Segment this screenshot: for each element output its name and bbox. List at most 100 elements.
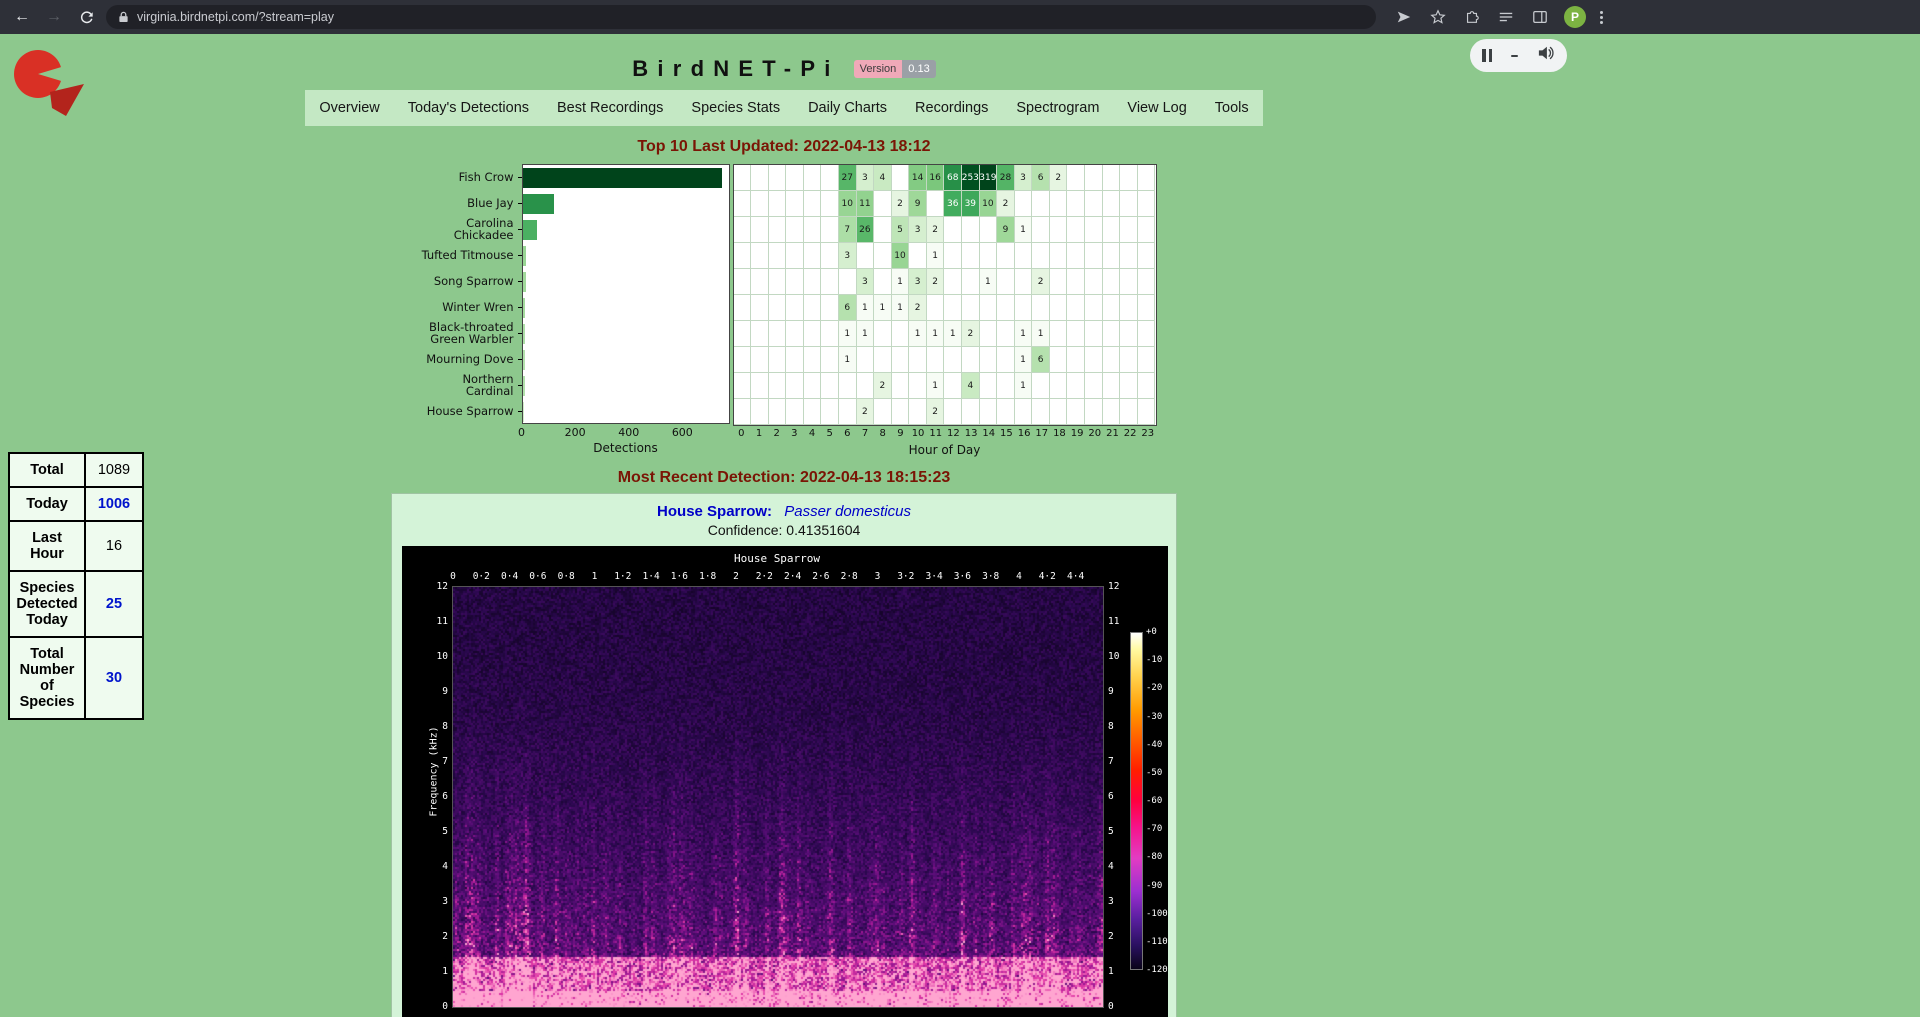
heatmap-cell: 7 (839, 217, 857, 243)
heatmap-cell (821, 217, 839, 243)
heatmap-cell: 10 (839, 191, 857, 217)
stats-row: Total1089 (9, 453, 143, 487)
profile-avatar[interactable]: P (1564, 6, 1586, 28)
heatmap-cell: 2 (857, 399, 875, 425)
pause-button[interactable] (1482, 49, 1492, 62)
heatmap-cell (944, 269, 962, 295)
heatmap-cell: 1 (927, 321, 945, 347)
nav-item-best-recordings[interactable]: Best Recordings (543, 100, 677, 116)
heatmap-cell (962, 269, 980, 295)
heatmap-x-tick: 5 (821, 426, 839, 441)
nav-item-view-log[interactable]: View Log (1113, 100, 1200, 116)
heatmap-cell: 1 (944, 321, 962, 347)
heatmap-cell (734, 321, 752, 347)
heatmap-cell: 1 (874, 295, 892, 321)
nav-item-daily-charts[interactable]: Daily Charts (794, 100, 901, 116)
heatmap-cell: 9 (997, 217, 1015, 243)
heatmap-cell (1120, 347, 1138, 373)
species-label: Tufted Titmouse (412, 242, 522, 268)
heatmap-cell (1085, 399, 1103, 425)
heatmap-cell (1015, 243, 1033, 269)
detection-scientific-name[interactable]: Passer domesticus (784, 503, 911, 520)
heatmap-cell (786, 165, 804, 191)
heatmap-cell (944, 373, 962, 399)
detection-species-link[interactable]: House Sparrow: (657, 503, 772, 520)
heatmap-cell: 1 (909, 321, 927, 347)
heatmap-cell (1120, 191, 1138, 217)
bookmark-star-icon[interactable] (1428, 7, 1448, 27)
heatmap-cell (874, 269, 892, 295)
heatmap-cell: 1 (1015, 217, 1033, 243)
back-icon[interactable]: ← (10, 5, 34, 29)
spectrogram-y-axis-label: Frequency (kHz) (429, 726, 440, 816)
spectrogram-freq-tick: 6 (418, 791, 448, 802)
share-icon[interactable] (1394, 7, 1414, 27)
stats-value[interactable]: 30 (85, 637, 143, 719)
heatmap-cell (892, 321, 910, 347)
heatmap-cell (927, 191, 945, 217)
heatmap-cell: 2 (997, 191, 1015, 217)
heatmap-cell (1103, 373, 1121, 399)
heatmap-cell (734, 165, 752, 191)
stats-row: Total Number of Species30 (9, 637, 143, 719)
nav-item-recordings[interactable]: Recordings (901, 100, 1002, 116)
heatmap-cell (734, 217, 752, 243)
stats-value[interactable]: 25 (85, 571, 143, 637)
heatmap-cell (751, 217, 769, 243)
heatmap-cell (804, 165, 822, 191)
heatmap-cell (1085, 269, 1103, 295)
detection-count-bar (523, 168, 722, 188)
reading-list-icon[interactable] (1496, 7, 1516, 27)
heatmap-cell (892, 373, 910, 399)
nav-item-today-s-detections[interactable]: Today's Detections (394, 100, 543, 116)
forward-icon[interactable]: → (42, 5, 66, 29)
heatmap-cell (1138, 295, 1156, 321)
stats-value[interactable]: 1006 (85, 487, 143, 521)
heatmap-cell: 3 (857, 269, 875, 295)
nav-item-overview[interactable]: Overview (305, 100, 393, 116)
heatmap-cell (1067, 243, 1085, 269)
extensions-puzzle-icon[interactable] (1462, 7, 1482, 27)
recent-detection-panel: House Sparrow: Passer domesticus Confide… (391, 493, 1177, 1017)
heatmap-cell (734, 373, 752, 399)
heatmap-cell (786, 321, 804, 347)
heatmap-cell: 26 (857, 217, 875, 243)
heatmap-cell (734, 295, 752, 321)
heatmap-cell (874, 217, 892, 243)
spectrogram-colorbar (1130, 632, 1143, 970)
bar-x-tick: 600 (672, 426, 693, 439)
heatmap-cell (1050, 347, 1068, 373)
heatmap-cell: 4 (962, 373, 980, 399)
spectrogram-plot (452, 586, 1104, 1008)
heatmap-cell (769, 243, 787, 269)
heatmap-cell (1085, 191, 1103, 217)
heatmap-cell: 2 (927, 217, 945, 243)
heatmap-cell (1138, 217, 1156, 243)
stats-label: Total (9, 453, 85, 487)
heatmap-cell (962, 217, 980, 243)
browser-menu-icon[interactable] (1600, 11, 1603, 24)
side-panel-icon[interactable] (1530, 7, 1550, 27)
lock-icon (118, 11, 129, 23)
reload-icon[interactable] (74, 5, 98, 29)
spectrogram-time-tick: 4·4 (1067, 571, 1084, 582)
heatmap-cell (909, 373, 927, 399)
heatmap-cell (997, 295, 1015, 321)
spectrogram-db-tick: -20 (1146, 683, 1170, 693)
heatmap-cell (1050, 295, 1068, 321)
spectrogram-db-tick: -80 (1146, 852, 1170, 862)
nav-item-tools[interactable]: Tools (1201, 100, 1263, 116)
heatmap-cell (769, 399, 787, 425)
nav-item-species-stats[interactable]: Species Stats (677, 100, 794, 116)
spectrogram-freq-tick: 12 (1108, 581, 1138, 592)
heatmap-x-tick: 20 (1086, 426, 1104, 441)
heatmap-cell (804, 373, 822, 399)
heatmap-cell (804, 295, 822, 321)
heatmap-cell (786, 243, 804, 269)
url-text: virginia.birdnetpi.com/?stream=play (137, 10, 334, 24)
species-label: Winter Wren (412, 294, 522, 320)
nav-item-spectrogram[interactable]: Spectrogram (1002, 100, 1113, 116)
heatmap-cell (804, 191, 822, 217)
volume-icon[interactable] (1537, 45, 1555, 66)
url-bar[interactable]: virginia.birdnetpi.com/?stream=play (106, 5, 1376, 29)
